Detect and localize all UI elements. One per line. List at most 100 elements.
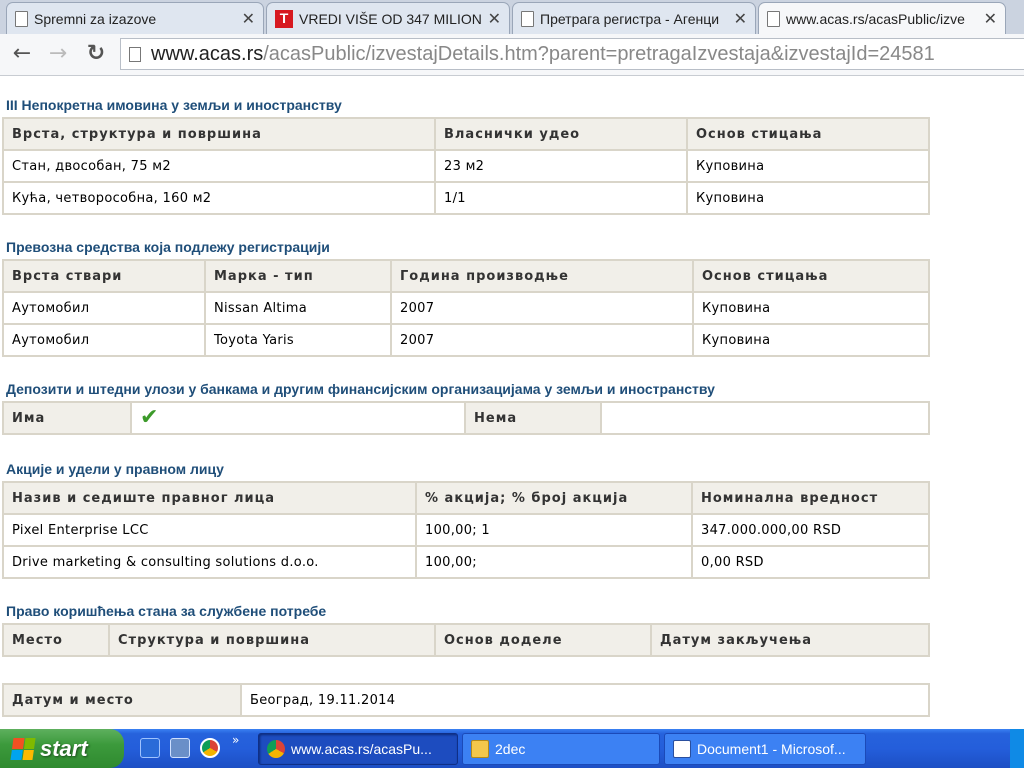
- show-desktop-quicklaunch-icon[interactable]: [170, 738, 190, 758]
- table-cell: Куповина: [686, 181, 930, 215]
- table-cell: Nissan Altima: [204, 291, 392, 325]
- section-title-official-apartment: Право коришћења стана за службене потреб…: [6, 603, 327, 619]
- browser-tab-3[interactable]: Претрага регистра - Агенци ✕: [512, 2, 756, 34]
- windows-logo-icon: [10, 737, 36, 760]
- page-icon: [767, 10, 780, 27]
- chrome-quicklaunch-icon[interactable]: [200, 738, 220, 758]
- deposits-has-label: Има: [2, 401, 132, 435]
- table-row: Кућа, четворособна, 160 м2 1/1 Куповина: [2, 181, 930, 215]
- table-cell: Аутомобил: [2, 323, 206, 357]
- section-title-deposits: Депозити и штедни улози у банкама и друг…: [6, 381, 715, 397]
- table-header-row: Врста, структура и површина Власнички уд…: [2, 117, 930, 151]
- table-cell: 2007: [390, 323, 694, 357]
- ie-quicklaunch-icon[interactable]: [140, 738, 160, 758]
- table-cell: Pixel Enterprise LCC: [2, 513, 417, 547]
- close-tab-icon[interactable]: ✕: [734, 9, 747, 29]
- column-header: Власнички удео: [434, 117, 688, 151]
- start-label: start: [40, 735, 88, 761]
- table-cell: 1/1: [434, 181, 688, 215]
- column-header: Структура и површина: [108, 623, 436, 657]
- tab-title: Претрага регистра - Агенци: [540, 10, 720, 27]
- table-row: Аутомобил Toyota Yaris 2007 Куповина: [2, 323, 930, 357]
- date-place-value: Београд, 19.11.2014: [240, 683, 930, 717]
- table-cell: Drive marketing & consulting solutions d…: [2, 545, 417, 579]
- table-cell: Toyota Yaris: [204, 323, 392, 357]
- url-path: /acasPublic/izvestajDetails.htm?parent=p…: [263, 42, 935, 65]
- folder-icon: [471, 740, 489, 758]
- page-content: III Непокретна имовина у земљи и иностра…: [0, 77, 1024, 729]
- close-tab-icon[interactable]: ✕: [488, 9, 501, 29]
- back-arrow-icon[interactable]: ←: [10, 42, 34, 66]
- close-tab-icon[interactable]: ✕: [242, 9, 255, 29]
- table-cell: Куповина: [686, 149, 930, 183]
- column-header: % акција; % број акција: [415, 481, 693, 515]
- table-cell: 2007: [390, 291, 694, 325]
- taskbar-button-chrome[interactable]: www.acas.rs/acasPu...: [258, 733, 458, 765]
- checkmark-icon: ✔: [140, 405, 159, 430]
- quicklaunch-expand-icon[interactable]: »: [232, 733, 239, 747]
- table-cell: Кућа, четворособна, 160 м2: [2, 181, 436, 215]
- table-header-row: Место Структура и површина Основ доделе …: [2, 623, 930, 657]
- t-logo-icon: T: [275, 9, 293, 28]
- start-button[interactable]: start: [0, 729, 124, 768]
- column-header: Марка - тип: [204, 259, 392, 293]
- reload-icon[interactable]: ↻: [84, 42, 108, 66]
- table-cell: 100,00;: [415, 545, 693, 579]
- taskbar-button-word[interactable]: Document1 - Microsof...: [664, 733, 866, 765]
- column-header: Основ стицања: [686, 117, 930, 151]
- taskbar-button-folder[interactable]: 2dec: [462, 733, 660, 765]
- column-header: Датум закључења: [650, 623, 930, 657]
- page-icon: [15, 10, 28, 27]
- page-icon: [521, 10, 534, 27]
- table-row: Има ✔ Нема: [2, 401, 930, 435]
- table-cell: 100,00; 1: [415, 513, 693, 547]
- task-label: Document1 - Microsof...: [697, 741, 846, 757]
- tab-title: VREDI VIŠE OD 347 MILIONA: [299, 10, 482, 27]
- column-header: Номинална вредност: [691, 481, 930, 515]
- forward-arrow-icon[interactable]: →: [46, 42, 70, 66]
- column-header: Основ стицања: [692, 259, 930, 293]
- column-header: Назив и седиште правног лица: [2, 481, 417, 515]
- task-label: 2dec: [495, 741, 526, 757]
- deposits-has-cell: ✔: [130, 401, 466, 435]
- word-icon: [673, 740, 691, 758]
- tab-title: www.acas.rs/acasPublic/izve: [786, 10, 965, 27]
- section-title-real-estate: III Непокретна имовина у земљи и иностра…: [6, 97, 342, 113]
- page-icon: [129, 46, 141, 62]
- browser-tab-1[interactable]: Spremni za izazove ✕: [6, 2, 264, 34]
- task-label: www.acas.rs/acasPu...: [291, 741, 432, 757]
- address-bar[interactable]: www.acas.rs/acasPublic/izvestajDetails.h…: [120, 38, 1024, 70]
- table-cell: Куповина: [692, 291, 930, 325]
- windows-taskbar: start » www.acas.rs/acasPu... 2dec Docum…: [0, 729, 1024, 768]
- browser-tab-2[interactable]: T VREDI VIŠE OD 347 MILIONA ✕: [266, 2, 510, 34]
- column-header: Основ доделе: [434, 623, 652, 657]
- official-apartment-table: Место Структура и површина Основ доделе …: [2, 623, 930, 657]
- browser-tab-strip: Spremni za izazove ✕ T VREDI VIŠE OD 347…: [0, 0, 1024, 34]
- deposits-table: Има ✔ Нема: [2, 401, 930, 435]
- table-cell: 0,00 RSD: [691, 545, 930, 579]
- url-host: www.acas.rs: [151, 42, 264, 65]
- vehicles-table: Врста ствари Марка - тип Година производ…: [2, 259, 930, 357]
- table-cell: 347.000.000,00 RSD: [691, 513, 930, 547]
- table-row: Стан, двособан, 75 м2 23 м2 Куповина: [2, 149, 930, 183]
- column-header: Година производње: [390, 259, 694, 293]
- table-cell: 23 м2: [434, 149, 688, 183]
- close-tab-icon[interactable]: ✕: [984, 9, 997, 29]
- table-row: Drive marketing & consulting solutions d…: [2, 545, 930, 579]
- deposits-none-label: Нема: [464, 401, 602, 435]
- real-estate-table: Врста, структура и површина Власнички уд…: [2, 117, 930, 215]
- system-tray: [1010, 729, 1024, 768]
- table-cell: Аутомобил: [2, 291, 206, 325]
- table-header-row: Врста ствари Марка - тип Година производ…: [2, 259, 930, 293]
- table-row: Аутомобил Nissan Altima 2007 Куповина: [2, 291, 930, 325]
- column-header: Врста, структура и површина: [2, 117, 436, 151]
- column-header: Место: [2, 623, 110, 657]
- table-row: Датум и место Београд, 19.11.2014: [2, 683, 930, 717]
- date-place-label: Датум и место: [2, 683, 242, 717]
- browser-tab-4-active[interactable]: www.acas.rs/acasPublic/izve ✕: [758, 2, 1006, 34]
- table-cell: Стан, двособан, 75 м2: [2, 149, 436, 183]
- table-row: Pixel Enterprise LCC 100,00; 1 347.000.0…: [2, 513, 930, 547]
- column-header: Врста ствари: [2, 259, 206, 293]
- shares-table: Назив и седиште правног лица % акција; %…: [2, 481, 930, 579]
- section-title-vehicles: Превозна средства која подлежу регистрац…: [6, 239, 330, 255]
